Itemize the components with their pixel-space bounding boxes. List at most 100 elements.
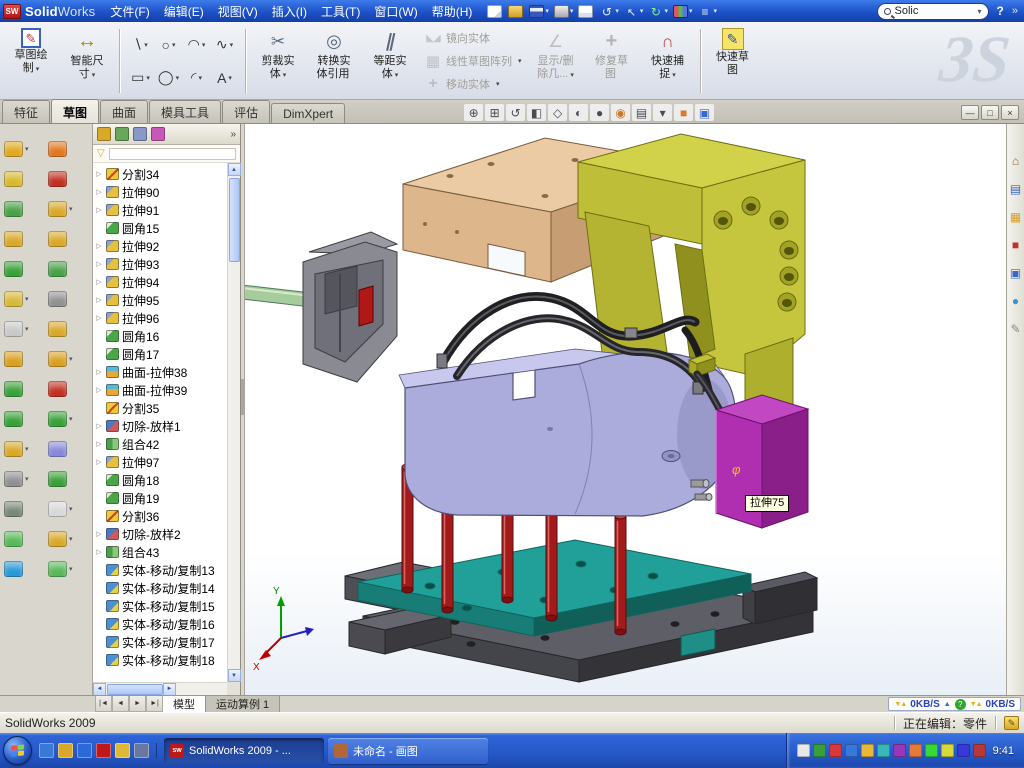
options-icon[interactable]: ▾ xyxy=(695,4,719,19)
scrollbar-thumb[interactable] xyxy=(229,178,240,262)
mold-tool-button[interactable]: ▾ xyxy=(4,321,41,337)
arc-icon[interactable]: ◠▾ xyxy=(183,29,210,61)
feature-tree-item[interactable]: ▷ 拉伸94 xyxy=(95,273,226,291)
mold-tool-button[interactable] xyxy=(48,441,85,457)
line-icon[interactable]: ∖▾ xyxy=(127,29,154,61)
mold-tool-button[interactable] xyxy=(48,141,85,157)
expander-icon[interactable]: ▷ xyxy=(95,530,103,538)
splitter-handle[interactable] xyxy=(241,379,244,415)
search-input[interactable]: Solic xyxy=(895,5,974,17)
section-view-icon[interactable]: ◧ xyxy=(527,104,546,121)
feature-tree-item[interactable]: ▷ 切除-放样1 xyxy=(95,417,226,435)
expander-icon[interactable]: ▷ xyxy=(95,278,103,286)
mold-tool-button[interactable] xyxy=(4,411,41,427)
solidworks-quicklaunch-icon[interactable] xyxy=(96,743,111,758)
mold-tool-button[interactable] xyxy=(4,351,41,367)
start-button[interactable] xyxy=(3,736,32,765)
meter-badge[interactable]: ? xyxy=(955,699,966,710)
featuremanager-tab-icon[interactable] xyxy=(97,127,111,141)
menu-item[interactable]: 帮助(H) xyxy=(425,0,480,23)
expander-icon[interactable]: ▷ xyxy=(95,440,103,448)
feature-tree-item[interactable]: 圆角19 xyxy=(95,489,226,507)
print-preview-icon[interactable] xyxy=(576,4,596,19)
tray-icon[interactable] xyxy=(813,744,826,757)
media-player-icon[interactable] xyxy=(58,743,73,758)
mold-tool-button[interactable] xyxy=(4,561,41,577)
scene-icon[interactable]: ▤ xyxy=(632,104,651,121)
mold-tool-button[interactable] xyxy=(4,381,41,397)
mold-tool-button[interactable]: ▾ xyxy=(4,441,41,457)
commandmanager-tab[interactable]: 特征 xyxy=(2,100,50,123)
mold-tool-button[interactable]: ▾ xyxy=(48,501,85,517)
expander-icon[interactable]: ▷ xyxy=(95,206,103,214)
first-tab-button[interactable]: |◄ xyxy=(95,696,112,712)
toolbar-overflow-button[interactable]: » xyxy=(1012,5,1018,17)
internet-explorer-icon[interactable] xyxy=(77,743,92,758)
toolbar-button[interactable]: 草图绘 制▾ xyxy=(4,25,58,97)
feature-tree-item[interactable]: 实体-移动/复制15 xyxy=(95,597,226,615)
model-tab[interactable]: 模型 xyxy=(163,696,206,712)
tray-icon[interactable] xyxy=(909,744,922,757)
toolbar-button[interactable]: 线性草图阵列 ▾ xyxy=(421,50,525,72)
configurationmanager-tab-icon[interactable] xyxy=(133,127,147,141)
feature-tree-item[interactable]: ▷ 拉伸96 xyxy=(95,309,226,327)
tray-icon[interactable] xyxy=(877,744,890,757)
feature-tree-item[interactable]: ▷ 切除-放样2 xyxy=(95,525,226,543)
model-tab[interactable]: 运动算例 1 xyxy=(206,696,280,712)
mold-tool-button[interactable]: ▾ xyxy=(4,471,41,487)
mold-tool-button[interactable] xyxy=(48,381,85,397)
task-paint[interactable]: 未命名 - 画图 xyxy=(328,738,488,764)
sketch-text-icon[interactable]: A▾ xyxy=(211,62,238,94)
circle-icon[interactable]: ○▾ xyxy=(155,29,182,61)
tray-icon[interactable] xyxy=(861,744,874,757)
prev-tab-button[interactable]: ◄ xyxy=(112,696,129,712)
scrollbar-thumb[interactable] xyxy=(107,684,163,695)
assembly-cube-icon[interactable]: ■ xyxy=(674,104,693,121)
feature-tree-item[interactable]: ▷ 分割34 xyxy=(95,165,226,183)
rectangle-icon[interactable]: ▭▾ xyxy=(127,62,154,94)
mold-tool-button[interactable]: ▾ xyxy=(4,141,41,157)
folder-icon[interactable] xyxy=(115,743,130,758)
mold-tool-button[interactable]: ▾ xyxy=(48,351,85,367)
tray-icon[interactable] xyxy=(957,744,970,757)
expander-icon[interactable]: ▷ xyxy=(95,422,103,430)
toolbar-button[interactable]: 显示/删 除几...▾ xyxy=(529,25,583,97)
expander-icon[interactable]: ▷ xyxy=(95,242,103,250)
commandmanager-tab[interactable]: 评估 xyxy=(222,100,270,123)
menu-item[interactable]: 文件(F) xyxy=(103,0,156,23)
feature-tree-item[interactable]: 分割35 xyxy=(95,399,226,417)
filter-funnel-icon[interactable]: ▽ xyxy=(97,148,105,159)
taskbar-clock[interactable]: 9:41 xyxy=(993,745,1014,757)
mold-tool-button[interactable] xyxy=(4,261,41,277)
tray-icon[interactable] xyxy=(973,744,986,757)
menu-item[interactable]: 工具(T) xyxy=(314,0,367,23)
expander-icon[interactable]: ▷ xyxy=(95,368,103,376)
pencil-icon[interactable]: ✎ xyxy=(1004,716,1019,730)
tree-filter-input[interactable] xyxy=(109,148,236,160)
expander-icon[interactable]: ▷ xyxy=(95,458,103,466)
tray-icon[interactable] xyxy=(829,744,842,757)
zoom-area-icon[interactable]: ⊞ xyxy=(485,104,504,121)
view-orientation-icon[interactable]: ◇ xyxy=(548,104,567,121)
custom-properties-icon[interactable]: ✎ xyxy=(1010,322,1020,336)
mold-tool-button[interactable] xyxy=(48,321,85,337)
toolbar-button[interactable]: 转换实 体引用 xyxy=(307,25,361,97)
tree-horizontal-scrollbar[interactable]: ◄ ► xyxy=(93,682,227,695)
mold-tool-button[interactable] xyxy=(48,291,85,307)
tray-icon[interactable] xyxy=(797,744,810,757)
tray-icon[interactable] xyxy=(941,744,954,757)
tray-icon[interactable] xyxy=(845,744,858,757)
toolbar-button[interactable]: 等距实 体▾ xyxy=(363,25,417,97)
expander-icon[interactable]: ▷ xyxy=(95,188,103,196)
mold-tool-button[interactable] xyxy=(4,501,41,517)
search-dropdown-icon[interactable]: ▾ xyxy=(978,7,982,16)
mold-tool-button[interactable] xyxy=(48,231,85,247)
feature-tree-item[interactable]: 分割36 xyxy=(95,507,226,525)
expander-icon[interactable]: ▷ xyxy=(95,386,103,394)
mold-tool-button[interactable] xyxy=(4,171,41,187)
propertymanager-tab-icon[interactable] xyxy=(115,127,129,141)
scroll-right-icon[interactable]: ► xyxy=(163,683,176,696)
mold-tool-button[interactable] xyxy=(4,231,41,247)
expander-icon[interactable]: ▷ xyxy=(95,170,103,178)
model-canvas[interactable]: φ Y X xyxy=(245,124,1006,695)
